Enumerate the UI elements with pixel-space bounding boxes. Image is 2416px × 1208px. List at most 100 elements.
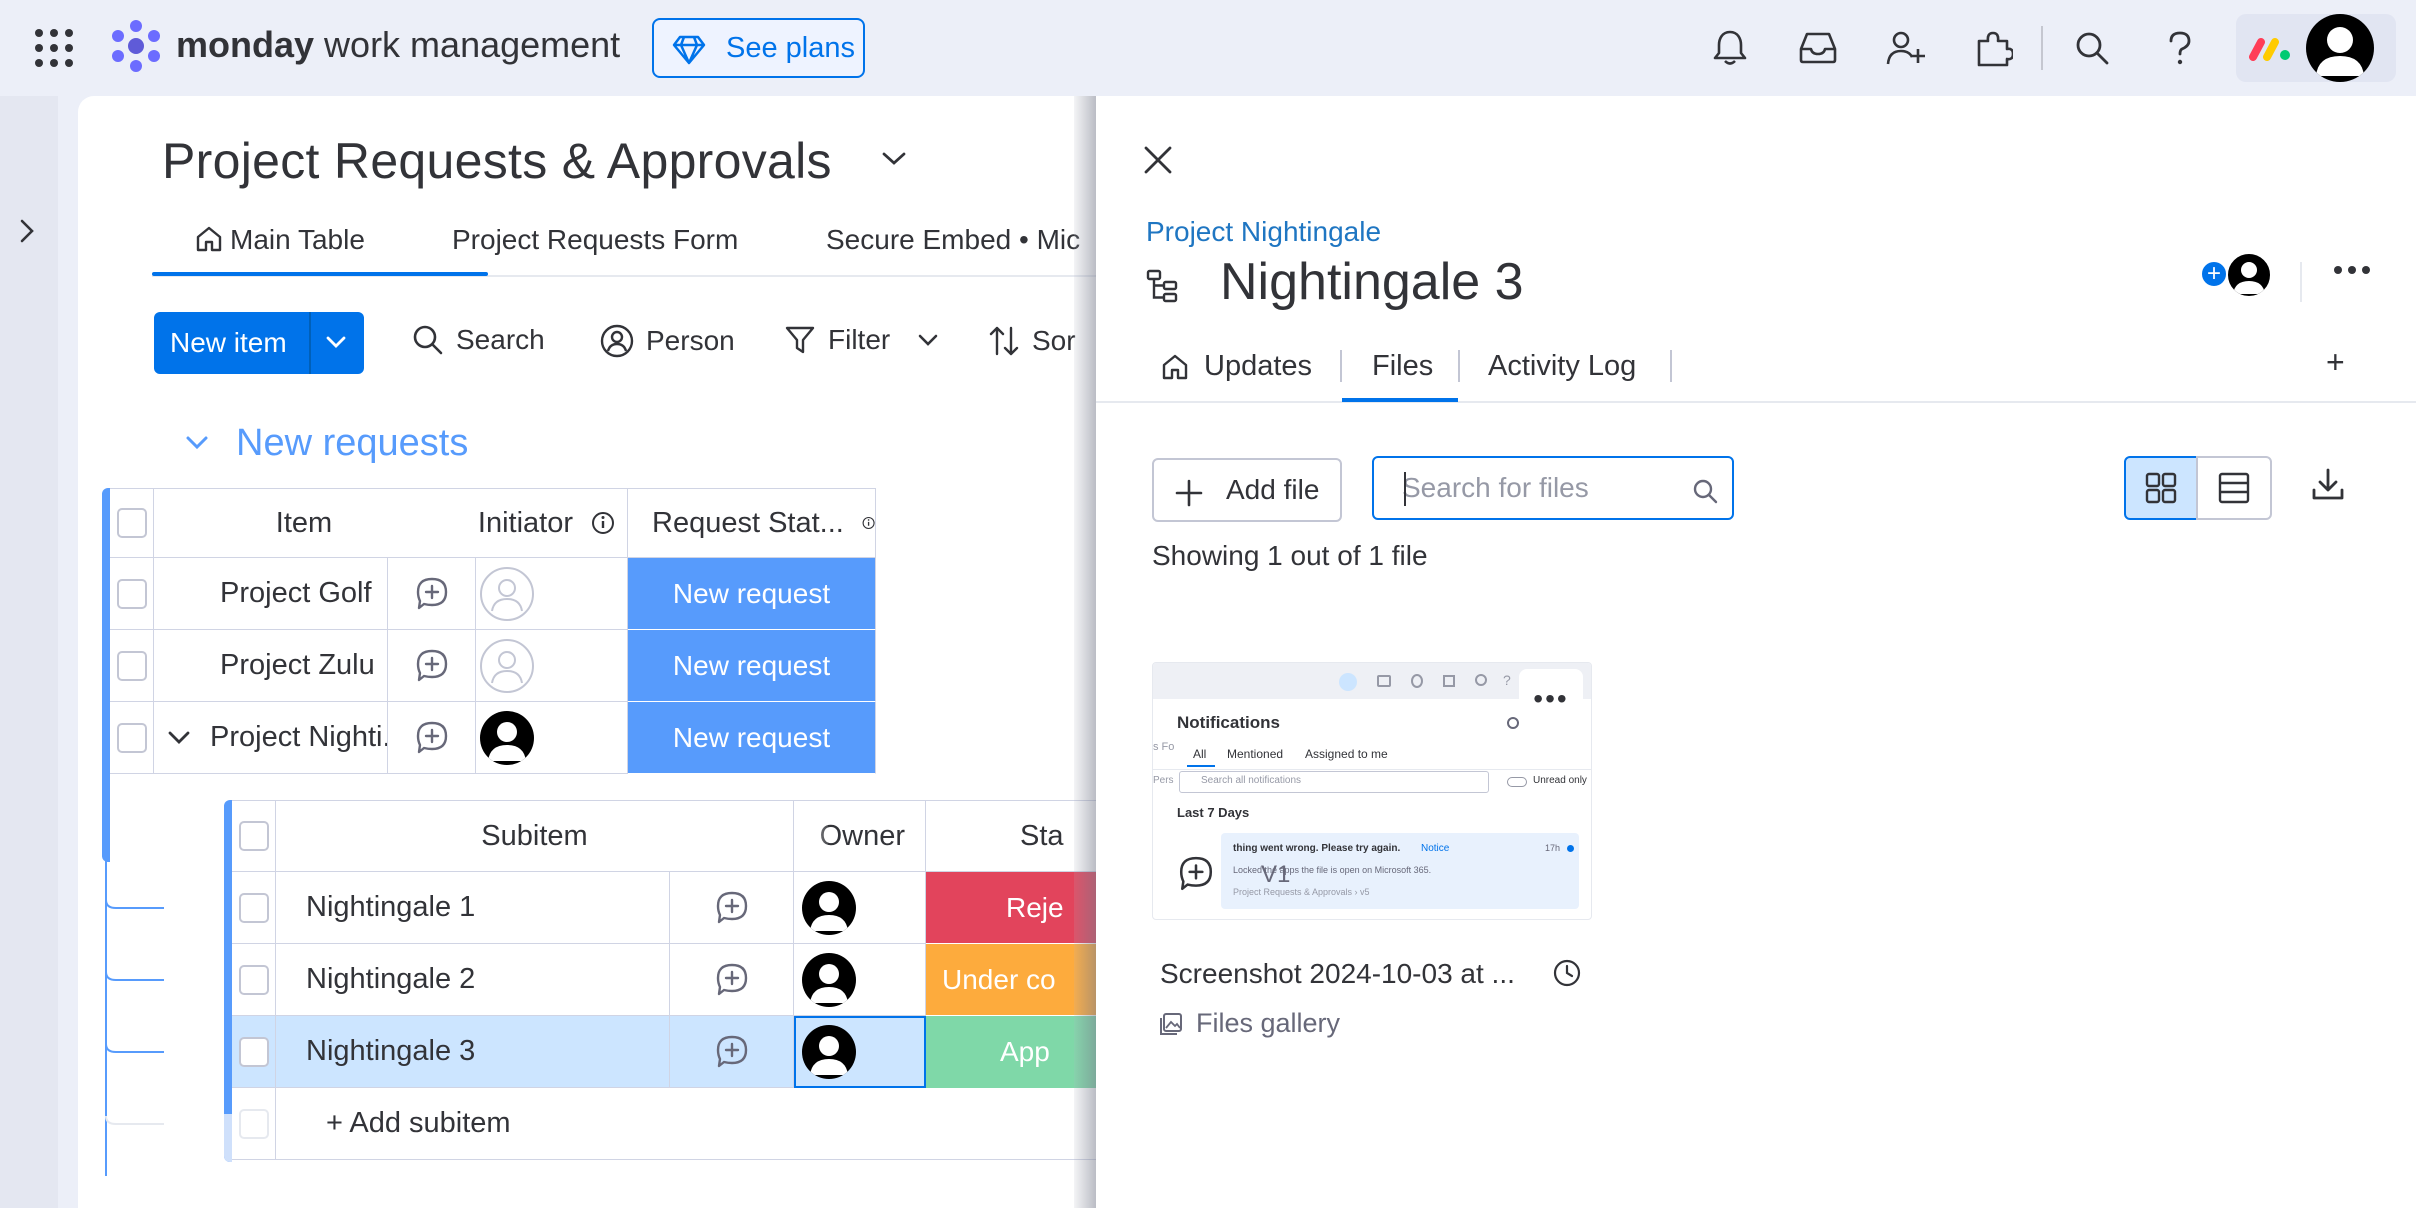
- owner-cell-selected[interactable]: [794, 1016, 926, 1088]
- sort-button[interactable]: Sor: [988, 324, 1076, 358]
- bell-icon[interactable]: [1700, 18, 1760, 78]
- row-checkbox[interactable]: [116, 578, 147, 609]
- column-header-initiator[interactable]: Initiator: [454, 488, 628, 558]
- invite-user-icon[interactable]: [1876, 18, 1936, 78]
- tab-updates[interactable]: Updates: [1160, 350, 1312, 383]
- user-avatar[interactable]: [2306, 14, 2374, 82]
- tab-secure-embed[interactable]: Secure Embed • Mic: [826, 224, 1080, 256]
- column-header-request-status[interactable]: Request Stat...: [628, 488, 876, 558]
- row-checkbox[interactable]: [238, 964, 269, 995]
- tab-files[interactable]: Files: [1372, 350, 1433, 383]
- integrations-puzzle-icon[interactable]: [1964, 18, 2024, 78]
- tab-main-table[interactable]: Main Table: [194, 224, 365, 256]
- chevron-right-icon[interactable]: [16, 216, 38, 246]
- add-update-icon[interactable]: [714, 1034, 750, 1070]
- status-badge[interactable]: New request: [628, 702, 876, 774]
- add-subscriber-icon[interactable]: +: [2200, 260, 2228, 288]
- chevron-down-icon[interactable]: [166, 729, 192, 747]
- subitem-name-cell[interactable]: Nightingale 1: [276, 872, 670, 944]
- column-header-status[interactable]: Sta: [926, 800, 1098, 872]
- select-all-checkbox[interactable]: [238, 821, 269, 851]
- more-options-icon[interactable]: [2332, 264, 2372, 276]
- column-header-item[interactable]: Item: [154, 488, 454, 558]
- close-icon[interactable]: [1140, 142, 1176, 178]
- row-select-cell: [110, 630, 154, 702]
- search-files-input[interactable]: Search for files: [1372, 456, 1734, 520]
- row-select-cell: [232, 872, 276, 944]
- subitem-connector: [105, 776, 164, 1176]
- initiator-cell[interactable]: [476, 630, 628, 702]
- add-update-cell[interactable]: [670, 1016, 794, 1088]
- search-icon[interactable]: [2062, 18, 2122, 78]
- add-view-button[interactable]: +: [2326, 344, 2345, 381]
- status-badge[interactable]: Reje: [926, 872, 1098, 944]
- add-update-cell[interactable]: [670, 872, 794, 944]
- owner-cell[interactable]: [794, 944, 926, 1016]
- add-update-cell[interactable]: [388, 702, 476, 774]
- chevron-down-icon[interactable]: [916, 332, 940, 348]
- file-thumbnail[interactable]: ? ••• Notifications All Mentioned Assign…: [1152, 662, 1592, 920]
- add-update-cell[interactable]: [388, 630, 476, 702]
- status-badge-approved[interactable]: App: [926, 1016, 1098, 1088]
- status-badge[interactable]: New request: [628, 558, 876, 630]
- help-icon[interactable]: [2150, 18, 2210, 78]
- filter-button[interactable]: Filter: [784, 324, 940, 356]
- add-update-icon[interactable]: [1177, 855, 1215, 893]
- monday-logo-icon[interactable]: [108, 20, 164, 72]
- row-checkbox[interactable]: [116, 650, 147, 681]
- new-item-button[interactable]: New item: [154, 312, 364, 374]
- file-name[interactable]: Screenshot 2024-10-03 at ...: [1160, 958, 1515, 990]
- add-file-button[interactable]: Add file: [1152, 458, 1342, 522]
- add-update-icon[interactable]: [714, 890, 750, 926]
- row-checkbox[interactable]: [116, 722, 147, 753]
- select-all-checkbox[interactable]: [116, 508, 147, 538]
- initiator-cell[interactable]: [476, 702, 628, 774]
- initiator-cell[interactable]: [476, 558, 628, 630]
- person-filter-button[interactable]: Person: [600, 324, 735, 358]
- panel-item-title[interactable]: Nightingale 3: [1220, 252, 1524, 312]
- add-update-icon[interactable]: [414, 648, 450, 684]
- column-header-subitem[interactable]: Subitem: [276, 800, 794, 872]
- group-title[interactable]: New requests: [236, 422, 468, 465]
- item-name-cell[interactable]: Project Golf: [154, 558, 388, 630]
- item-name-cell[interactable]: Project Zulu: [154, 630, 388, 702]
- clock-icon[interactable]: [1552, 958, 1582, 988]
- subscriber-avatar[interactable]: [2226, 252, 2272, 298]
- row-checkbox[interactable]: [238, 892, 269, 923]
- list-view-toggle[interactable]: [2196, 456, 2272, 520]
- files-gallery-link[interactable]: Files gallery: [1158, 1008, 1340, 1039]
- owner-cell[interactable]: [794, 872, 926, 944]
- filter-icon: [785, 326, 815, 354]
- search-button[interactable]: Search: [412, 324, 545, 356]
- brand-name[interactable]: monday work management: [176, 24, 620, 66]
- tab-project-requests-form[interactable]: Project Requests Form: [452, 224, 738, 256]
- add-update-icon[interactable]: [414, 720, 450, 756]
- chevron-down-icon[interactable]: [880, 150, 908, 168]
- subitem-name-cell[interactable]: Nightingale 2: [276, 944, 670, 1016]
- add-update-icon[interactable]: [414, 576, 450, 612]
- info-icon[interactable]: [862, 511, 875, 535]
- info-icon[interactable]: [591, 511, 615, 535]
- status-badge[interactable]: New request: [628, 630, 876, 702]
- download-icon[interactable]: [2310, 466, 2346, 502]
- status-badge[interactable]: Under co: [926, 944, 1098, 1016]
- add-update-cell[interactable]: [670, 944, 794, 1016]
- parent-item-link[interactable]: Project Nightingale: [1146, 216, 1381, 248]
- chevron-down-icon[interactable]: [324, 334, 348, 352]
- inbox-icon[interactable]: [1788, 18, 1848, 78]
- board-title[interactable]: Project Requests & Approvals: [162, 132, 832, 190]
- add-update-cell[interactable]: [388, 558, 476, 630]
- grid-view-toggle[interactable]: [2124, 456, 2198, 520]
- add-subitem-button[interactable]: + Add subitem: [276, 1088, 1098, 1160]
- row-select-cell: [110, 558, 154, 630]
- file-more-options-icon[interactable]: •••: [1519, 669, 1583, 729]
- apps-grid-icon[interactable]: [34, 28, 74, 68]
- row-checkbox[interactable]: [238, 1036, 269, 1067]
- item-name-cell[interactable]: Project Nighti... 3: [154, 702, 388, 774]
- collapse-group-icon[interactable]: [184, 434, 210, 452]
- see-plans-button[interactable]: See plans: [652, 18, 865, 78]
- add-update-icon[interactable]: [714, 962, 750, 998]
- preview-tab: Assigned to me: [1305, 747, 1388, 761]
- subitem-name-cell[interactable]: Nightingale 3: [276, 1016, 670, 1088]
- tab-activity-log[interactable]: Activity Log: [1488, 350, 1636, 383]
